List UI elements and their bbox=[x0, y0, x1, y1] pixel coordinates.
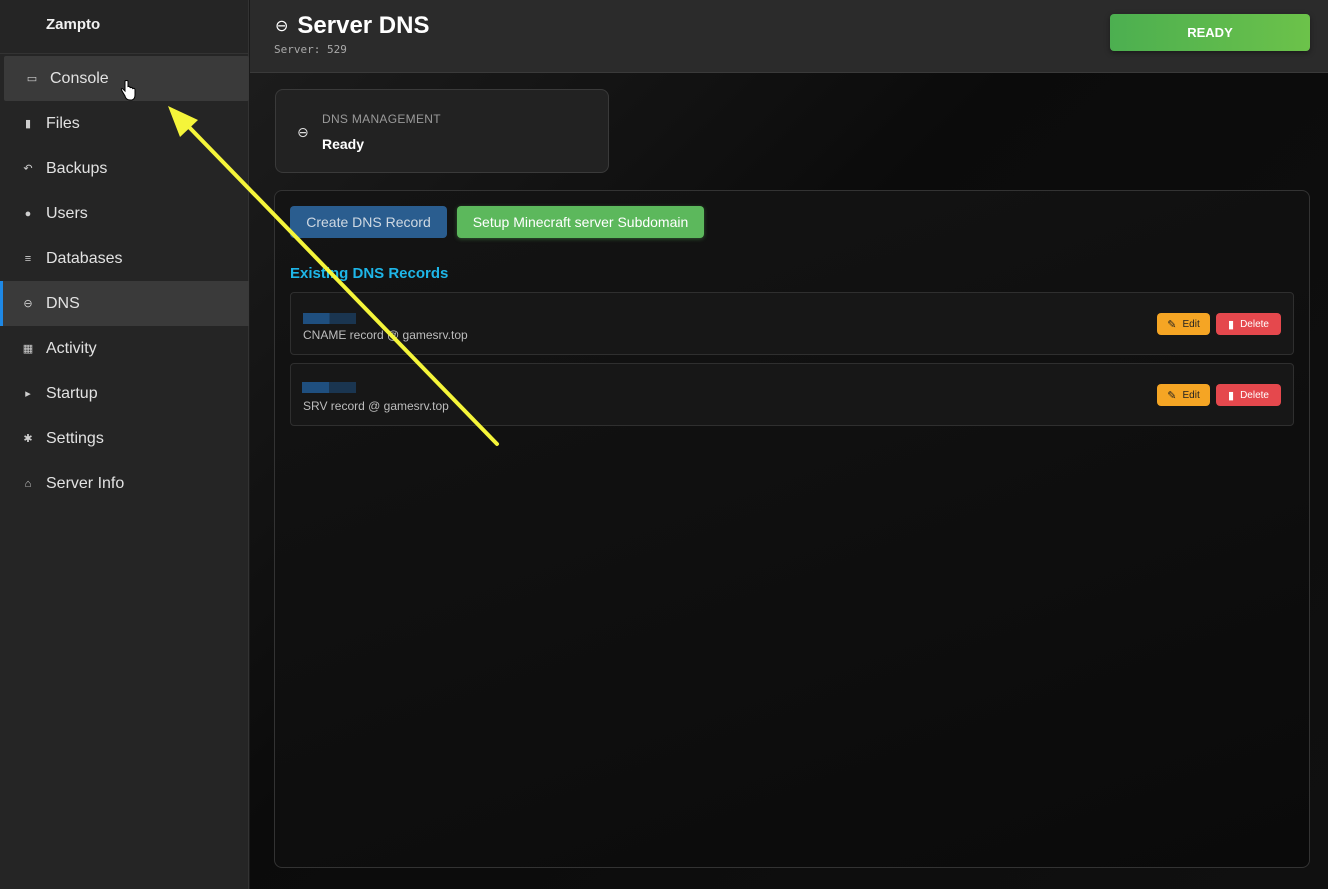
sidebar-item-backups[interactable]: ↶ Backups bbox=[0, 146, 249, 191]
pencil-icon: ✎ bbox=[1167, 389, 1177, 402]
file-icon: ▮ bbox=[24, 118, 32, 130]
home-icon: ⌂ bbox=[24, 477, 32, 490]
dashboard-icon: ▦ bbox=[22, 343, 34, 355]
record-description: CNAME record @ gamesrv.top bbox=[303, 328, 468, 342]
sidebar-item-users[interactable]: ● Users bbox=[0, 191, 249, 236]
section-title: Existing DNS Records bbox=[290, 265, 449, 282]
globe-icon: ⊖ bbox=[275, 18, 289, 35]
sidebar-item-label: Users bbox=[46, 204, 88, 222]
console-icon: ▭ bbox=[26, 73, 38, 85]
sidebar-item-label: Startup bbox=[46, 384, 98, 402]
globe-icon: ⊖ bbox=[23, 298, 33, 310]
delete-label: Delete bbox=[1240, 318, 1269, 330]
delete-label: Delete bbox=[1240, 389, 1269, 401]
status-card-value: Ready bbox=[322, 136, 365, 152]
create-dns-record-button[interactable]: Create DNS Record bbox=[290, 206, 447, 238]
sidebar-item-files[interactable]: ▮ Files bbox=[0, 101, 249, 146]
sidebar-item-label: Console bbox=[50, 69, 109, 87]
sidebar-item-label: Databases bbox=[46, 249, 123, 267]
page-header: ⊖ Server DNS Server: 529 READY bbox=[250, 0, 1328, 73]
delete-button[interactable]: ▮ Delete bbox=[1216, 313, 1281, 335]
edit-button[interactable]: ✎ Edit bbox=[1157, 384, 1210, 406]
server-status-button[interactable]: READY bbox=[1110, 14, 1310, 51]
server-id-label: Server: 529 bbox=[274, 43, 347, 56]
play-icon: ▸ bbox=[25, 388, 31, 400]
page-title-text: Server DNS bbox=[297, 12, 430, 39]
sidebar-item-settings[interactable]: ✱ Settings bbox=[0, 416, 249, 461]
dns-records-panel: Create DNS Record Setup Minecraft server… bbox=[274, 190, 1310, 868]
record-description: SRV record @ gamesrv.top bbox=[303, 399, 449, 413]
edit-label: Edit bbox=[1182, 318, 1200, 330]
sidebar-item-label: Files bbox=[46, 114, 80, 132]
sidebar-item-dns[interactable]: ⊖ DNS bbox=[0, 281, 249, 326]
redacted-record-name bbox=[303, 313, 356, 324]
setup-minecraft-subdomain-button[interactable]: Setup Minecraft server Subdomain bbox=[457, 206, 704, 238]
trash-icon: ▮ bbox=[1228, 389, 1235, 402]
delete-button[interactable]: ▮ Delete bbox=[1216, 384, 1281, 406]
redacted-record-name bbox=[302, 382, 356, 393]
dns-record-row: CNAME record @ gamesrv.top ✎ Edit ▮ Dele… bbox=[290, 292, 1294, 355]
dns-status-card: ⊖ DNS MANAGEMENT Ready bbox=[275, 89, 609, 173]
globe-icon: ⊖ bbox=[297, 124, 309, 140]
sidebar-item-startup[interactable]: ▸ Startup bbox=[0, 371, 249, 416]
dns-record-row: SRV record @ gamesrv.top ✎ Edit ▮ Delete bbox=[290, 363, 1294, 426]
database-icon: ≡ bbox=[24, 252, 32, 265]
trash-icon: ▮ bbox=[1228, 318, 1235, 331]
sidebar-item-label: Settings bbox=[46, 429, 104, 447]
user-icon: ● bbox=[24, 207, 32, 220]
status-card-label: DNS MANAGEMENT bbox=[322, 112, 441, 126]
gear-icon: ✱ bbox=[23, 433, 33, 445]
sidebar-item-databases[interactable]: ≡ Databases bbox=[0, 236, 249, 281]
sidebar-item-activity[interactable]: ▦ Activity bbox=[0, 326, 249, 371]
sidebar-item-label: Server Info bbox=[46, 474, 125, 492]
hand-cursor-icon bbox=[120, 80, 136, 101]
sidebar-item-label: Backups bbox=[46, 159, 108, 177]
sidebar: Zampto ▭ Console ▮ Files ↶ Backups ● Use… bbox=[0, 0, 249, 889]
main-content: ⊖ DNS MANAGEMENT Ready Create DNS Record… bbox=[250, 73, 1328, 889]
sidebar-item-label: Activity bbox=[46, 339, 97, 357]
sidebar-item-label: DNS bbox=[46, 294, 80, 312]
restore-icon: ↶ bbox=[23, 163, 33, 175]
edit-label: Edit bbox=[1182, 389, 1200, 401]
sidebar-item-server-info[interactable]: ⌂ Server Info bbox=[0, 461, 249, 506]
edit-button[interactable]: ✎ Edit bbox=[1157, 313, 1210, 335]
pencil-icon: ✎ bbox=[1167, 318, 1177, 331]
brand-name: Zampto bbox=[0, 0, 248, 54]
page-title: ⊖ Server DNS bbox=[275, 12, 429, 40]
